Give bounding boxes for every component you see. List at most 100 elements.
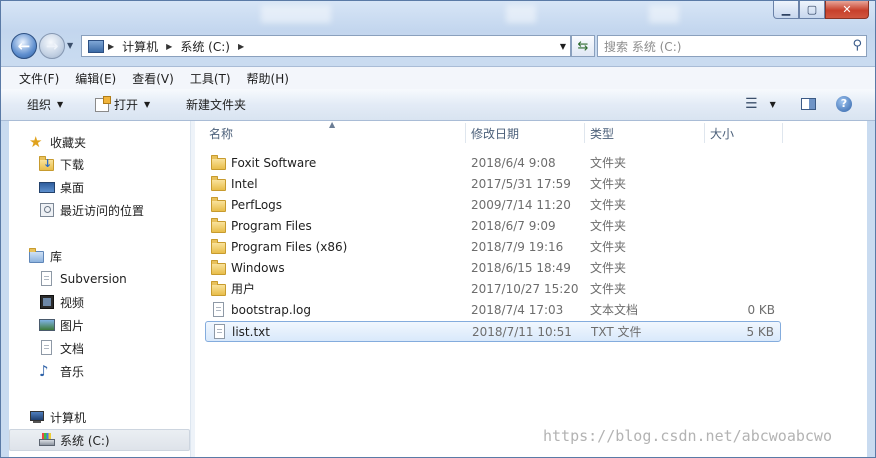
music-icon: ♪ (39, 362, 49, 380)
file-row[interactable]: list.txt 2018/7/11 10:51 TXT 文件 5 KB (205, 321, 781, 342)
tree-label: 下载 (60, 157, 85, 172)
title-blur (506, 5, 536, 23)
folder-icon (211, 176, 226, 191)
file-date: 2018/7/11 10:51 (472, 325, 572, 339)
open-button[interactable]: 打开 ▼ (95, 89, 150, 120)
folder-icon (211, 260, 226, 275)
file-type: 文本文档 (590, 303, 639, 317)
refresh-button[interactable]: ⇆ (571, 35, 595, 57)
file-row[interactable]: Windows 2018/6/15 18:49 文件夹 (205, 258, 781, 279)
column-header-size[interactable]: 大小 (710, 121, 734, 145)
new-folder-button[interactable]: 新建文件夹 (186, 89, 246, 120)
search-placeholder: 搜索 系统 (C:) (604, 39, 682, 54)
file-name: bootstrap.log (231, 303, 311, 317)
tree-item-downloads[interactable]: ↓ 下载 (9, 153, 190, 175)
text-file-icon (214, 324, 225, 339)
file-row[interactable]: Program Files (x86) 2018/7/9 19:16 文件夹 (205, 237, 781, 258)
file-size: 0 KB (747, 303, 775, 317)
chevron-down-icon: ▼ (144, 100, 151, 109)
pictures-icon (39, 317, 55, 333)
computer-icon (88, 39, 104, 53)
organize-button[interactable]: 组织 ▼ (27, 89, 63, 120)
file-name: list.txt (232, 325, 270, 339)
forward-button[interactable]: → (39, 33, 65, 59)
tree-computer[interactable]: 计算机 (9, 406, 190, 428)
file-name: Foxit Software (231, 156, 317, 170)
file-name: PerfLogs (231, 198, 283, 212)
chevron-down-icon: ▼ (57, 100, 64, 109)
column-divider[interactable] (465, 123, 466, 143)
maximize-button[interactable]: ▢ (799, 1, 825, 19)
tree-item-drive-c[interactable]: 系统 (C:) (9, 429, 190, 451)
breadcrumb-computer[interactable]: 计算机 (118, 38, 162, 55)
preview-pane-button[interactable] (801, 93, 816, 115)
tree-item-desktop[interactable]: 桌面 (9, 176, 190, 198)
address-bar[interactable]: ▶ 计算机 ▶ 系统 (C:) ▶ ▼ (81, 35, 571, 57)
documents-icon (39, 340, 55, 356)
text-file-icon (213, 302, 224, 317)
tree-libraries[interactable]: 库 (9, 245, 190, 267)
recent-pages-dropdown[interactable]: ▼ (67, 41, 73, 50)
star-icon: ★ (29, 133, 43, 151)
help-button[interactable]: ? (836, 93, 852, 115)
column-header-name[interactable]: 名称 (209, 121, 233, 145)
tree-item-software[interactable]: 软件 (9, 452, 190, 458)
file-date: 2018/6/4 9:08 (471, 156, 556, 170)
breadcrumb-drive-c[interactable]: 系统 (C:) (176, 38, 234, 55)
column-label: 名称 (209, 126, 234, 141)
column-divider[interactable] (584, 123, 585, 143)
menu-file[interactable]: 文件(F) (1, 70, 67, 87)
menu-view[interactable]: 查看(V) (124, 70, 182, 87)
column-header-date[interactable]: 修改日期 (471, 121, 519, 145)
minimize-button[interactable]: ▁ (773, 1, 799, 19)
folder-icon (211, 218, 226, 233)
tree-item-subversion[interactable]: Subversion (9, 268, 190, 290)
file-size: 5 KB (746, 325, 774, 339)
file-row[interactable]: bootstrap.log 2018/7/4 17:03 文本文档 0 KB (205, 300, 781, 321)
file-row[interactable]: Foxit Software 2018/6/4 9:08 文件夹 (205, 153, 781, 174)
close-button[interactable]: ✕ (825, 1, 869, 19)
sort-arrow-icon: ▲ (329, 121, 336, 129)
breadcrumb-separator[interactable]: ▶ (104, 42, 118, 51)
address-dropdown[interactable]: ▼ (560, 42, 566, 51)
file-row[interactable]: Program Files 2018/6/7 9:09 文件夹 (205, 216, 781, 237)
file-type: 文件夹 (590, 282, 627, 296)
search-icon[interactable]: ⚲ (852, 38, 862, 53)
column-header-type[interactable]: 类型 (590, 121, 614, 145)
file-name: 用户 (231, 282, 256, 296)
file-type: 文件夹 (590, 156, 627, 170)
navigation-bar: ← → ▼ ▶ 计算机 ▶ 系统 (C:) ▶ ▼ ⇆ 搜索 系统 (C:) ⚲ (9, 33, 869, 61)
menu-tools[interactable]: 工具(T) (182, 70, 239, 87)
drive-icon (39, 432, 55, 448)
file-row[interactable]: Intel 2017/5/31 17:59 文件夹 (205, 174, 781, 195)
video-icon (39, 294, 55, 310)
watermark: https://blog.csdn.net/abcwoabcwo (543, 427, 832, 445)
file-name: Program Files (231, 219, 312, 233)
file-type: 文件夹 (590, 198, 627, 212)
tree-item-videos[interactable]: 视频 (9, 291, 190, 313)
back-button[interactable]: ← (11, 33, 37, 59)
tree-favorites[interactable]: ★ 收藏夹 (9, 131, 190, 153)
computer-icon (29, 409, 45, 425)
arrow-right-icon: → (45, 37, 59, 55)
file-date: 2018/6/7 9:09 (471, 219, 556, 233)
file-row[interactable]: 用户 2017/10/27 15:20 文件夹 (205, 279, 781, 300)
explorer-window: ▁ ▢ ✕ ← → ▼ ▶ 计算机 ▶ 系统 (C:) ▶ ▼ ⇆ 搜索 系统 … (0, 0, 876, 458)
help-icon: ? (836, 96, 852, 112)
menu-help[interactable]: 帮助(H) (239, 70, 297, 87)
file-row[interactable]: PerfLogs 2009/7/14 11:20 文件夹 (205, 195, 781, 216)
breadcrumb-separator[interactable]: ▶ (234, 42, 248, 51)
column-divider[interactable] (704, 123, 705, 143)
tree-item-pictures[interactable]: 图片 (9, 314, 190, 336)
menu-edit[interactable]: 编辑(E) (67, 70, 124, 87)
downloads-folder-icon: ↓ (39, 156, 55, 172)
search-input[interactable]: 搜索 系统 (C:) ⚲ (597, 35, 867, 57)
tree-item-music[interactable]: ♪ 音乐 (9, 360, 190, 382)
column-divider[interactable] (782, 123, 783, 143)
tree-item-documents[interactable]: 文档 (9, 337, 190, 359)
file-type: 文件夹 (590, 219, 627, 233)
breadcrumb-separator[interactable]: ▶ (162, 42, 176, 51)
tree-item-recent-places[interactable]: 最近访问的位置 (9, 199, 190, 221)
view-options-button[interactable]: ☰ ▼ (745, 93, 776, 115)
libraries-icon (29, 248, 45, 264)
